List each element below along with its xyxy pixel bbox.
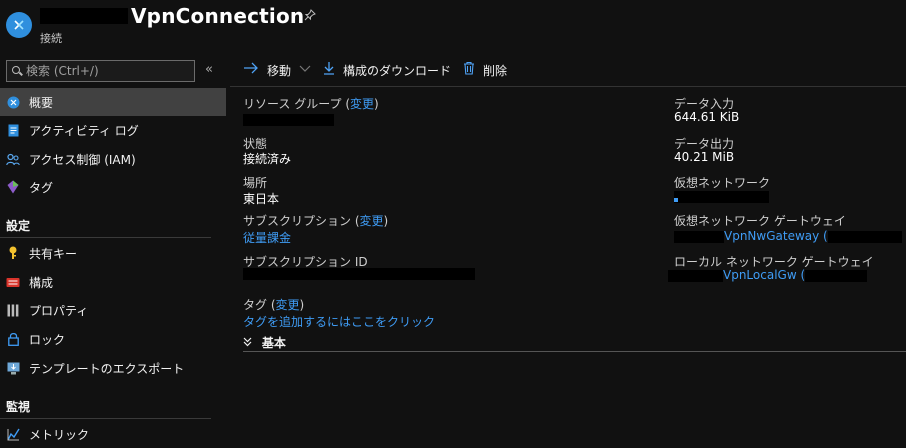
resource-group-label: リソース グループ [243, 97, 342, 111]
paren: ) [299, 298, 305, 312]
redacted-local-prefix [668, 269, 723, 282]
location-label: 場所 [243, 176, 268, 190]
sidebar: « 概要 アクティビティ ログ アクセス制御 (IAM) タグ 設定 共有キー [0, 57, 227, 442]
sidebar-item-label: 概要 [29, 95, 54, 110]
trash-icon [463, 61, 475, 79]
chevrons-up-icon [243, 337, 256, 350]
redacted-vnet [674, 191, 769, 203]
search-icon [12, 66, 22, 76]
sidebar-item-locks[interactable]: ロック [0, 325, 226, 353]
delete-button[interactable]: 削除 [463, 61, 507, 79]
key-icon [6, 246, 20, 260]
sidebar-item-iam[interactable]: アクセス制御 (IAM) [0, 145, 226, 173]
download-config-label: 構成のダウンロード [343, 63, 452, 78]
redacted-name [40, 8, 128, 24]
redacted-local-ip [805, 269, 868, 282]
subscription-label: サブスクリプション [243, 214, 352, 228]
section-divider [0, 237, 211, 238]
collapse-sidebar-icon[interactable]: « [205, 62, 213, 77]
move-label: 移動 [267, 63, 292, 78]
vpn-connection-icon [6, 12, 32, 38]
lock-icon [6, 332, 20, 346]
vnet-link-fragment[interactable] [674, 198, 678, 202]
access-control-icon [6, 152, 20, 166]
section-divider [0, 418, 211, 419]
resource-group-field: リソース グループ (変更) [243, 95, 379, 112]
sidebar-item-label: テンプレートのエクスポート [29, 361, 185, 376]
data-in-value: 644.61 KiB [674, 110, 740, 124]
sidebar-item-label: 構成 [29, 275, 54, 290]
subscription-field: サブスクリプション (変更) [243, 212, 388, 229]
sidebar-item-export-template[interactable]: テンプレートのエクスポート [0, 354, 226, 382]
tags-field: タグ (変更) [243, 296, 304, 313]
command-bar: 移動 構成のダウンロード 削除 [243, 57, 519, 83]
location-value: 東日本 [243, 192, 280, 206]
overview-icon [6, 95, 20, 109]
tags-change-link[interactable]: 変更 [276, 298, 300, 312]
vnet-gateway-field: VpnNwGateway ( [674, 229, 902, 243]
sidebar-item-label: プロパティ [29, 303, 89, 318]
tag-icon [6, 180, 20, 194]
essentials-label: 基本 [261, 336, 286, 350]
search-input[interactable] [26, 64, 176, 78]
search-box[interactable] [6, 60, 195, 82]
redacted-resource-group [243, 114, 334, 126]
sidebar-item-label: ロック [29, 332, 66, 347]
properties-icon [6, 303, 20, 317]
arrow-right-icon [243, 62, 259, 78]
section-settings: 設定 [6, 219, 31, 233]
sidebar-item-label: メトリック [29, 427, 90, 442]
sidebar-item-tags[interactable]: タグ [0, 173, 226, 201]
local-gateway-link[interactable]: VpnLocalGw [723, 268, 797, 282]
subscription-change-link[interactable]: 変更 [360, 214, 384, 228]
essentials-toggle[interactable]: 基本 [243, 334, 286, 351]
essentials-divider [243, 351, 906, 352]
paren: ) [383, 214, 389, 228]
paren: ) [374, 97, 379, 111]
delete-label: 削除 [483, 63, 508, 78]
resource-group-change-link[interactable]: 変更 [350, 97, 374, 111]
metrics-icon [6, 427, 20, 441]
sidebar-item-label: タグ [29, 180, 54, 195]
section-monitoring: 監視 [6, 400, 31, 414]
redacted-gateway-prefix [674, 230, 724, 243]
local-gateway-field: VpnLocalGw ( [668, 268, 868, 282]
sidebar-item-activity-log[interactable]: アクティビティ ログ [0, 116, 226, 144]
sidebar-item-configuration[interactable]: 構成 [0, 268, 226, 296]
pin-icon[interactable] [304, 9, 316, 25]
sidebar-item-overview[interactable]: 概要 [0, 88, 226, 116]
redacted-gateway-ip [827, 230, 902, 243]
paren: ( [796, 268, 806, 282]
status-value: 接続済み [243, 152, 292, 166]
paren: ( [819, 229, 828, 243]
activity-log-icon [6, 123, 20, 137]
sidebar-item-label: 共有キー [29, 246, 78, 261]
vnet-gateway-label: 仮想ネットワーク ゲートウェイ [674, 214, 846, 228]
page-subtitle: 接続 [40, 32, 62, 45]
page-title: VpnConnection [131, 4, 305, 28]
sidebar-item-label: アクセス制御 (IAM) [29, 152, 136, 167]
sidebar-item-shared-key[interactable]: 共有キー [0, 239, 226, 267]
redacted-subscription-id [243, 268, 475, 280]
chevron-down-icon [299, 65, 311, 76]
vnet-gateway-link[interactable]: VpnNwGateway [724, 229, 819, 243]
move-button[interactable]: 移動 [243, 62, 311, 79]
subscription-value-link[interactable]: 従量課金 [243, 229, 291, 246]
export-template-icon [6, 361, 20, 375]
download-config-button[interactable]: 構成のダウンロード [323, 61, 451, 79]
configuration-icon [6, 275, 20, 289]
download-icon [323, 61, 335, 79]
sidebar-item-label: アクティビティ ログ [29, 123, 139, 138]
toolbar-divider [230, 86, 906, 87]
page-header: VpnConnection 接続 [0, 0, 906, 50]
add-tags-link[interactable]: タグを追加するにはここをクリック [243, 313, 435, 330]
vnet-label: 仮想ネットワーク [674, 176, 771, 190]
tags-label: タグ [243, 298, 268, 312]
sidebar-item-properties[interactable]: プロパティ [0, 296, 226, 324]
data-out-value: 40.21 MiB [674, 150, 735, 164]
sidebar-item-metrics[interactable]: メトリック [0, 420, 226, 448]
